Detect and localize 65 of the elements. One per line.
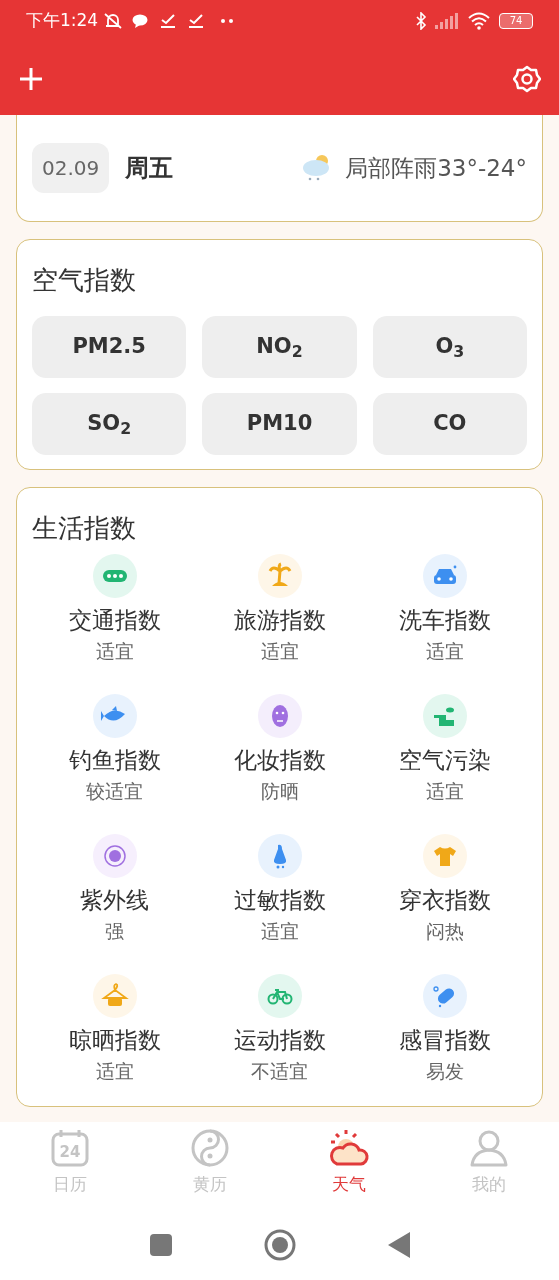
traffic-icon	[92, 554, 137, 598]
more-notifications-icon	[220, 18, 235, 24]
nose-icon	[257, 834, 302, 878]
index-label: 旅游指数	[233, 606, 326, 635]
bluetooth-icon	[415, 12, 427, 30]
index-label: 钓鱼指数	[68, 746, 161, 775]
index-value: 适宜	[95, 639, 134, 664]
index-label: 运动指数	[233, 1026, 326, 1055]
t-shirt-icon	[422, 834, 467, 878]
fish-icon	[92, 694, 137, 738]
settings-button[interactable]	[513, 64, 541, 93]
index-label: 紫外线	[80, 886, 149, 915]
index-label: 交通指数	[68, 606, 161, 635]
recent-apps-icon[interactable]	[149, 1234, 172, 1256]
index-value: 适宜	[425, 779, 464, 804]
status-time: 下午1:24	[26, 9, 99, 33]
sun-cloud-icon	[329, 1128, 370, 1168]
pill-icon	[422, 974, 467, 1018]
download-done-icon	[160, 14, 177, 28]
nav-tab[interactable]: 天气	[279, 1128, 420, 1207]
index-value: 不适宜	[251, 1059, 308, 1084]
add-button[interactable]	[18, 65, 44, 92]
pollutant-button[interactable]: SO$_{2}$	[32, 393, 187, 455]
uv-target-icon	[92, 834, 137, 878]
index-label: 空气污染	[398, 746, 491, 775]
index-value: 较适宜	[86, 779, 143, 804]
index-label: 穿衣指数	[398, 886, 491, 915]
pollutant-button[interactable]: PM10	[202, 393, 357, 455]
person-icon	[469, 1128, 510, 1168]
index-value: 防晒	[260, 779, 299, 804]
yin-yang-icon	[189, 1128, 230, 1168]
back-icon[interactable]	[387, 1232, 410, 1258]
weekday-label: 周五	[125, 153, 174, 184]
index-value: 适宜	[95, 1059, 134, 1084]
wifi-icon	[467, 12, 491, 30]
battery-indicator: 74	[499, 13, 533, 29]
index-label: 化妆指数	[233, 746, 326, 775]
hanger-icon	[92, 974, 137, 1018]
pollutant-button[interactable]: NO$_{2}$	[202, 316, 357, 378]
bicycle-icon	[257, 974, 302, 1018]
weather-summary: 局部阵雨33°-24°	[345, 153, 527, 183]
pollutant-button[interactable]: CO	[372, 393, 527, 455]
pollutant-button[interactable]: PM2.5	[32, 316, 187, 378]
car-icon	[422, 554, 467, 598]
signal-icon	[435, 13, 459, 29]
index-value: 易发	[425, 1059, 464, 1084]
index-label: 感冒指数	[398, 1026, 491, 1055]
section-title: 生活指数	[32, 512, 137, 545]
date-chip: 02.09	[32, 143, 110, 193]
index-label: 洗车指数	[398, 606, 491, 635]
index-value: 适宜	[260, 919, 299, 944]
pollutant-button[interactable]: O$_{3}$	[372, 316, 527, 378]
section-title: 空气指数	[32, 264, 137, 297]
factory-icon	[422, 694, 467, 738]
index-label: 晾晒指数	[68, 1026, 161, 1055]
palm-tree-icon	[257, 554, 302, 598]
download-done-icon	[188, 14, 205, 28]
index-value: 闷热	[425, 919, 464, 944]
chat-icon	[132, 14, 149, 28]
face-mask-icon	[257, 694, 302, 738]
index-value: 强	[105, 919, 124, 944]
home-icon[interactable]	[263, 1229, 296, 1261]
index-label: 过敏指数	[233, 886, 326, 915]
index-value: 适宜	[425, 639, 464, 664]
index-value: 适宜	[260, 639, 299, 664]
